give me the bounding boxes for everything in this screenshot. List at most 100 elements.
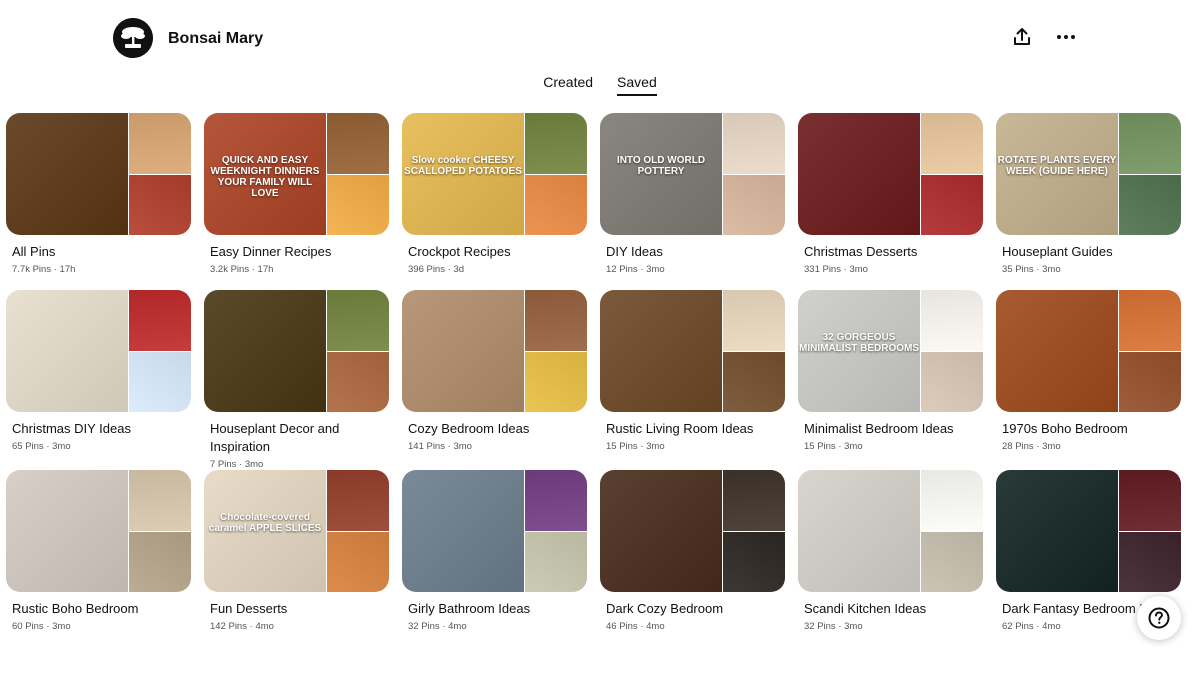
board-cover[interactable]: [600, 470, 785, 592]
board-cover-main-image: Chocolate-covered caramel APPLE SLICES: [204, 470, 326, 592]
board-updated-time: 3mo: [849, 264, 868, 275]
board-cover[interactable]: [402, 290, 587, 412]
board-updated-time: 4mo: [255, 621, 274, 632]
board-cover[interactable]: [6, 113, 191, 235]
meta-separator: ·: [1033, 621, 1043, 632]
board-card[interactable]: Dark Cozy Bedroom 46 Pins · 4mo: [600, 470, 785, 632]
board-cover[interactable]: [996, 470, 1181, 592]
board-title: Dark Cozy Bedroom: [606, 601, 724, 616]
board-title: 1970s Boho Bedroom: [1002, 421, 1128, 436]
meta-separator: ·: [637, 441, 647, 452]
board-cover[interactable]: 32 GORGEOUS MINIMALIST BEDROOMS: [798, 290, 983, 412]
more-horizontal-icon: [1057, 35, 1075, 39]
board-card[interactable]: QUICK AND EASY WEEKNIGHT DINNERS YOUR FA…: [204, 113, 389, 275]
boards-grid: All Pins 7.7k Pins · 17h QUICK AND EASY WE…: [6, 113, 1196, 632]
board-updated-time: 3mo: [244, 459, 264, 470]
profile-tabs: Created Saved: [0, 74, 1200, 96]
board-title: Christmas Desserts: [804, 244, 918, 259]
board-meta: 12 Pins · 3mo: [600, 264, 785, 275]
board-pin-count: 396 Pins: [408, 264, 445, 275]
tab-saved[interactable]: Saved: [617, 74, 657, 96]
board-cover[interactable]: [798, 113, 983, 235]
board-card[interactable]: Slow cooker CHEESY SCALLOPED POTATOES Cro…: [402, 113, 587, 275]
board-cover-side-image: [327, 532, 389, 592]
board-meta: 28 Pins · 3mo: [996, 441, 1181, 452]
board-cover[interactable]: INTO OLD WORLD POTTERY: [600, 113, 785, 235]
board-cover[interactable]: Slow cooker CHEESY SCALLOPED POTATOES: [402, 113, 587, 235]
board-cover[interactable]: [798, 470, 983, 592]
board-cover-side-image: [1119, 290, 1181, 351]
board-cover-main-image: [402, 470, 524, 592]
board-card[interactable]: Christmas DIY Ideas 65 Pins · 3mo: [6, 290, 191, 470]
board-pin-count: 12 Pins: [606, 264, 638, 275]
board-title: Easy Dinner Recipes: [210, 244, 332, 259]
board-pin-count: 46 Pins: [606, 621, 638, 632]
board-meta: 60 Pins · 3mo: [6, 621, 191, 632]
tab-created[interactable]: Created: [543, 74, 593, 96]
board-card[interactable]: INTO OLD WORLD POTTERY DIY Ideas 12 Pins ·…: [600, 113, 785, 275]
board-updated-time: 3mo: [52, 441, 71, 452]
board-cover[interactable]: QUICK AND EASY WEEKNIGHT DINNERS YOUR FA…: [204, 113, 389, 235]
board-cover-side-image: [921, 175, 983, 235]
board-meta: 331 Pins · 3mo: [798, 264, 983, 275]
board-cover[interactable]: Chocolate-covered caramel APPLE SLICES: [204, 470, 389, 592]
board-card[interactable]: All Pins 7.7k Pins · 17h: [6, 113, 191, 275]
profile-header: Bonsai Mary: [0, 0, 1200, 70]
board-meta: 32 Pins · 3mo: [798, 621, 983, 632]
board-cover[interactable]: [6, 470, 191, 592]
meta-separator: ·: [439, 621, 449, 632]
board-cover[interactable]: [600, 290, 785, 412]
profile-name[interactable]: Bonsai Mary: [168, 30, 263, 48]
board-updated-time: 3mo: [453, 441, 472, 452]
board-cover-side-image: [525, 352, 587, 412]
board-pin-count: 142 Pins: [210, 621, 247, 632]
board-cover[interactable]: [6, 290, 191, 412]
board-cover-side-image: [327, 175, 389, 235]
board-cover[interactable]: [204, 290, 389, 412]
board-cover-main-image: INTO OLD WORLD POTTERY: [600, 113, 722, 235]
board-card[interactable]: Rustic Boho Bedroom 60 Pins · 3mo: [6, 470, 191, 632]
board-card[interactable]: Girly Bathroom Ideas 32 Pins · 4mo: [402, 470, 587, 632]
board-cover-main-image: [798, 470, 920, 592]
board-card[interactable]: Houseplant Decor and Inspiration 7 Pins ·…: [204, 290, 389, 470]
board-updated-time: 4mo: [448, 621, 467, 632]
board-card[interactable]: 32 GORGEOUS MINIMALIST BEDROOMS Minimalis…: [798, 290, 983, 470]
more-options-button[interactable]: [1051, 22, 1081, 52]
board-card[interactable]: ROTATE PLANTS EVERY WEEK (GUIDE HERE) Hou…: [996, 113, 1181, 275]
board-cover[interactable]: ROTATE PLANTS EVERY WEEK (GUIDE HERE): [996, 113, 1181, 235]
share-button[interactable]: [1007, 22, 1037, 52]
board-cover-side-image: [525, 113, 587, 174]
board-cover[interactable]: [402, 470, 587, 592]
board-meta: 141 Pins · 3mo: [402, 441, 587, 452]
board-pin-count: 32 Pins: [408, 621, 440, 632]
board-cover-side-image: [921, 532, 983, 592]
board-title: Crockpot Recipes: [408, 244, 511, 259]
board-updated-time: 3mo: [646, 441, 665, 452]
board-card[interactable]: Christmas Desserts 331 Pins · 3mo: [798, 113, 983, 275]
board-pin-count: 60 Pins: [12, 621, 44, 632]
board-pin-count: 32 Pins: [804, 621, 836, 632]
board-cover[interactable]: [996, 290, 1181, 412]
board-card[interactable]: Cozy Bedroom Ideas 141 Pins · 3mo: [402, 290, 587, 470]
board-cover-side-image: [525, 290, 587, 351]
help-button[interactable]: [1137, 596, 1181, 640]
help-question-icon: [1148, 607, 1170, 629]
board-cover-side-image: [1119, 113, 1181, 174]
meta-separator: ·: [835, 441, 845, 452]
board-cover-caption: QUICK AND EASY WEEKNIGHT DINNERS YOUR FA…: [210, 154, 320, 199]
board-pin-count: 331 Pins: [804, 264, 841, 275]
avatar[interactable]: [113, 18, 153, 58]
meta-separator: ·: [43, 621, 53, 632]
board-card[interactable]: Rustic Living Room Ideas 15 Pins · 3mo: [600, 290, 785, 470]
board-title: Christmas DIY Ideas: [12, 421, 131, 436]
board-card[interactable]: 1970s Boho Bedroom 28 Pins · 3mo: [996, 290, 1181, 470]
board-pin-count: 3.2k Pins: [210, 264, 250, 275]
board-updated-time: 3mo: [844, 621, 863, 632]
board-updated-time: 4mo: [646, 621, 665, 632]
board-cover-side-image: [129, 175, 191, 235]
board-card[interactable]: Scandi Kitchen Ideas 32 Pins · 3mo: [798, 470, 983, 632]
board-cover-main-image: [204, 290, 326, 412]
board-cover-main-image: [402, 290, 524, 412]
board-card[interactable]: Chocolate-covered caramel APPLE SLICES Fu…: [204, 470, 389, 632]
board-pin-count: 15 Pins: [606, 441, 638, 452]
